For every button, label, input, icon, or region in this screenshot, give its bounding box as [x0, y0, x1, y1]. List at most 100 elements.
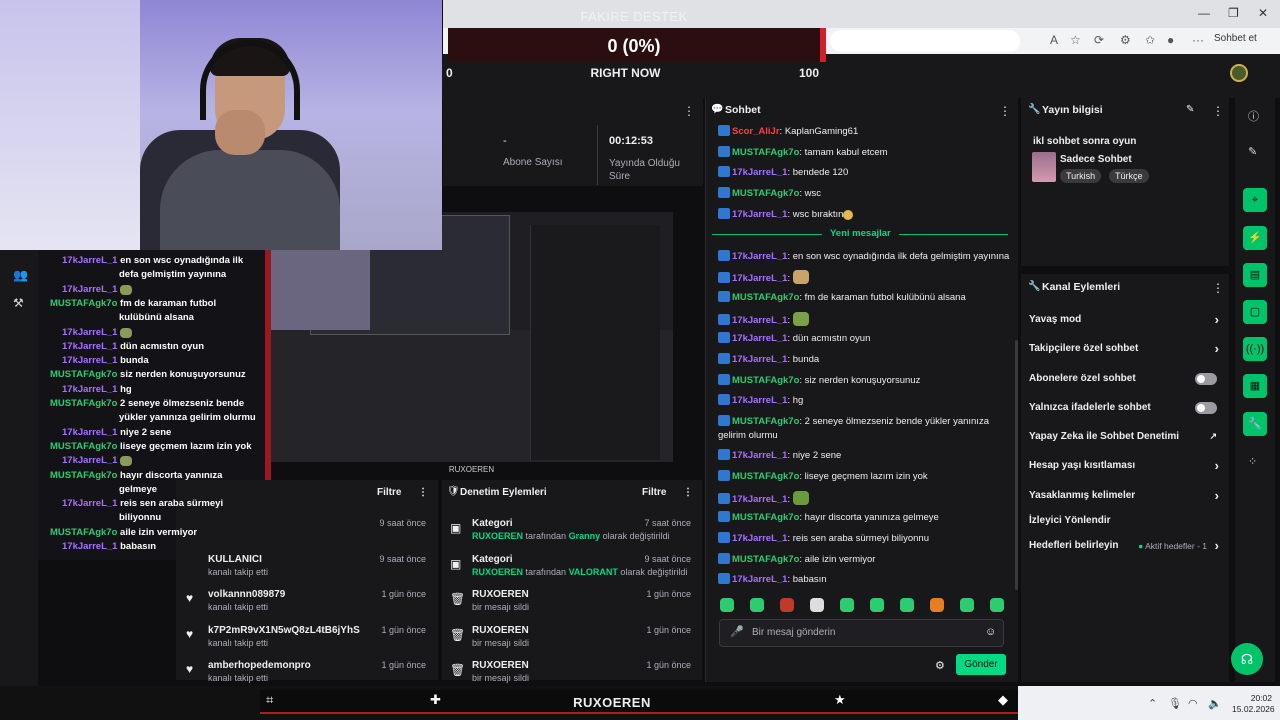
activity-filter-button[interactable]: Filtre	[377, 487, 401, 498]
users-icon[interactable]: 👥	[13, 268, 28, 282]
toggle-switch[interactable]	[1195, 373, 1217, 385]
channel-action-1[interactable]: Takipçilere özel sohbet ›	[1029, 341, 1223, 363]
diamond-icon[interactable]: ◆	[998, 692, 1008, 708]
moderation-row[interactable]: 🗑 RUXOEREN bir mesajı sildi 1 gün önce	[450, 589, 695, 623]
profile-avatar-icon[interactable]: ●	[1167, 33, 1174, 47]
channel-action-6[interactable]: Yasaklanmış kelimeler ›	[1029, 488, 1223, 510]
moderation-filter-button[interactable]: Filtre	[642, 487, 666, 498]
user-avatar[interactable]	[1230, 64, 1248, 82]
quick-emote-icon[interactable]	[960, 598, 974, 612]
quick-emote-icon[interactable]	[840, 598, 854, 612]
chat-username[interactable]: 17kJarreL_1	[732, 450, 787, 461]
send-button[interactable]: Gönder	[956, 654, 1006, 675]
channel-action-0[interactable]: Yavaş mod ›	[1029, 312, 1223, 334]
volume-icon[interactable]: 🔈	[1208, 697, 1222, 710]
activity-row[interactable]: ♥ k7P2mR9vX1N5wQ8zL4tB6jYhS kanalı takip e…	[186, 625, 436, 659]
chat-username[interactable]: MUSTAFAgk7o	[732, 188, 799, 199]
chat-username[interactable]: MUSTAFAgk7o	[732, 416, 799, 427]
chat-username[interactable]: 17kJarreL_1	[732, 395, 787, 406]
document-icon[interactable]: ▤	[1243, 263, 1267, 287]
microphone-tray-icon[interactable]: 🎙	[1168, 697, 1182, 710]
moderation-row[interactable]: ▣ Kategori RUXOEREN tarafından VALORANT ol…	[450, 554, 695, 588]
chat-username[interactable]: MUSTAFAgk7o	[732, 375, 799, 386]
extension-icon[interactable]: ⟳	[1094, 33, 1104, 47]
close-icon[interactable]: ✕	[1258, 6, 1268, 20]
clip-icon[interactable]: ⌖	[1243, 188, 1267, 212]
lightning-icon[interactable]: ⚡	[1243, 226, 1267, 250]
chat-settings-icon[interactable]: ⚙	[935, 659, 945, 672]
channel-actions-more-icon[interactable]: ⋮	[1212, 281, 1224, 295]
quick-emote-icon[interactable]	[870, 598, 884, 612]
stream-info-more-icon[interactable]: ⋮	[1212, 104, 1224, 118]
moderator-icon[interactable]: ⚒	[13, 296, 24, 310]
stream-tag[interactable]: Türkçe	[1109, 169, 1149, 183]
stats-more-icon[interactable]: ⋮	[683, 104, 695, 118]
quick-emote-icon[interactable]	[720, 598, 734, 612]
chat-username[interactable]: MUSTAFAgk7o	[732, 292, 799, 303]
favorite-star-icon[interactable]: ☆	[1070, 33, 1081, 47]
layout-icon[interactable]: ▦	[1243, 374, 1267, 398]
copilot-chat-button[interactable]: Sohbet et	[1214, 33, 1257, 44]
tool-icon[interactable]: 🔧	[1243, 412, 1267, 436]
edit-pencil-icon[interactable]: ✎	[1186, 104, 1194, 115]
quick-emote-icon[interactable]	[930, 598, 944, 612]
moderation-row[interactable]: 🗑 RUXOEREN bir mesajı sildi 1 gün önce	[450, 625, 695, 659]
pen-icon[interactable]: ✎	[1248, 145, 1257, 158]
star-icon[interactable]: ★	[834, 692, 846, 708]
chat-username[interactable]: 17kJarreL_1	[732, 574, 787, 585]
chat-username[interactable]: MUSTAFAgk7o	[732, 554, 799, 565]
channel-action-4[interactable]: Yapay Zeka ile Sohbet Denetimi ↗	[1029, 431, 1223, 451]
activity-row[interactable]: 9 saat önce	[186, 518, 436, 552]
moderation-more-icon[interactable]: ⋮	[683, 487, 693, 498]
quick-emote-icon[interactable]	[900, 598, 914, 612]
activity-more-icon[interactable]: ⋮	[418, 487, 428, 498]
quick-emote-icon[interactable]	[750, 598, 764, 612]
address-bar[interactable]	[830, 30, 1020, 52]
chat-username[interactable]: MUSTAFAgk7o	[732, 147, 799, 158]
activity-row[interactable]: ♥ amberhopedemonpro kanalı takip etti 1 gün…	[186, 660, 436, 694]
chat-username[interactable]: 17kJarreL_1	[732, 167, 787, 178]
chat-username[interactable]: 17kJarreL_1	[732, 354, 787, 365]
more-menu-icon[interactable]: ···	[1192, 33, 1204, 47]
channel-action-5[interactable]: Hesap yaşı kısıtlaması ›	[1029, 458, 1223, 480]
chat-username[interactable]: 17kJarreL_1	[732, 533, 787, 544]
chat-more-icon[interactable]: ⋮	[999, 104, 1011, 118]
menu-icon[interactable]: ⌗	[266, 692, 273, 708]
chat-username[interactable]: MUSTAFAgk7o	[732, 471, 799, 482]
moderation-row[interactable]: ▣ Kategori RUXOEREN tarafından Granny olar…	[450, 518, 695, 552]
maximize-icon[interactable]: ❐	[1228, 6, 1239, 20]
favorites-icon[interactable]: ✩	[1145, 33, 1155, 47]
chat-username[interactable]: MUSTAFAgk7o	[732, 512, 799, 523]
chat-username[interactable]: 17kJarreL_1	[732, 315, 787, 326]
message-icon[interactable]: ▢	[1243, 300, 1267, 324]
plus-icon[interactable]: ✚	[430, 692, 441, 708]
activity-row[interactable]: ♥ volkannn089879 kanalı takip etti 1 gün ön…	[186, 589, 436, 623]
info-icon[interactable]: ⓘ	[1248, 108, 1259, 124]
broadcast-icon[interactable]: ((·))	[1243, 337, 1267, 361]
apps-icon[interactable]: ⁘	[1248, 455, 1257, 468]
activity-row[interactable]: KULLANICI kanalı takip etti 9 saat önce	[186, 554, 436, 588]
read-aloud-icon[interactable]: A	[1050, 33, 1058, 47]
chat-username[interactable]: Scor_AliJr	[732, 126, 780, 137]
emoji-picker-icon[interactable]: ☺	[985, 626, 996, 638]
extension-puzzle-icon[interactable]: ⚙	[1120, 33, 1131, 47]
chat-username[interactable]: 17kJarreL_1	[732, 251, 787, 262]
chat-scrollbar[interactable]	[1015, 340, 1018, 590]
channel-action-7[interactable]: İzleyici Yönlendir	[1029, 515, 1223, 535]
quick-emote-icon[interactable]	[780, 598, 794, 612]
taskbar-clock[interactable]: 20:02 15.02.2026	[1232, 693, 1275, 715]
channel-action-2[interactable]: Abonelere özel sohbet	[1029, 373, 1223, 393]
channel-action-8[interactable]: Hedefleri belirleyin Aktif hedefler - 1 ›	[1029, 538, 1223, 560]
toggle-switch[interactable]	[1195, 402, 1217, 414]
chat-username[interactable]: 17kJarreL_1	[732, 333, 787, 344]
chat-username[interactable]: 17kJarreL_1	[732, 494, 787, 505]
tray-chevron-icon[interactable]: ⌃	[1148, 697, 1157, 710]
chat-username[interactable]: 17kJarreL_1	[732, 273, 787, 284]
quick-emote-icon[interactable]	[810, 598, 824, 612]
chat-username[interactable]: 17kJarreL_1	[732, 209, 787, 220]
microphone-icon[interactable]: 🎤	[730, 625, 744, 638]
channel-action-3[interactable]: Yalnızca ifadelerle sohbet	[1029, 402, 1223, 422]
wifi-icon[interactable]: ◠	[1188, 697, 1198, 710]
quick-emote-icon[interactable]	[990, 598, 1004, 612]
help-headset-icon[interactable]: ☊	[1231, 643, 1263, 675]
